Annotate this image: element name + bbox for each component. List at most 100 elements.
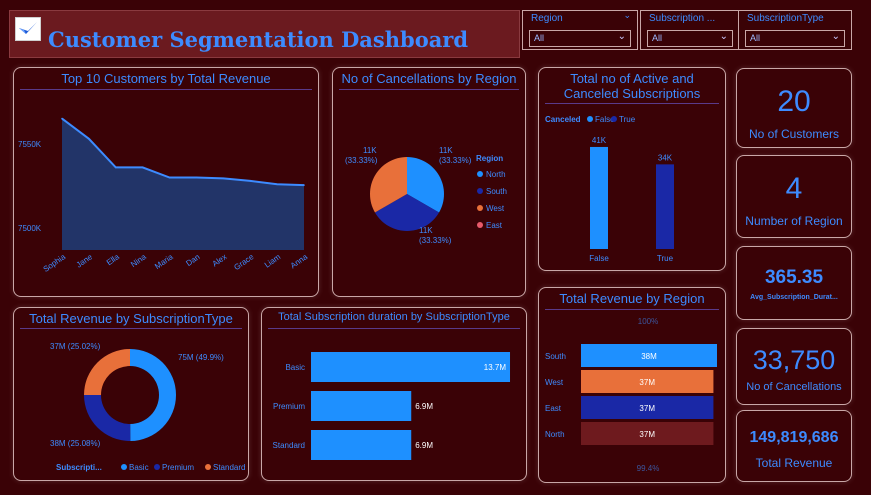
area-chart: 7550K 7500K Sophia Jane Ella Nina Maria Dan Alex…: [18, 117, 310, 274]
data-label: 75M (49.9%): [178, 353, 224, 362]
x-tick-label: Anna: [289, 252, 310, 270]
kpi-label: Total Revenue: [755, 456, 833, 470]
bar-chart: Canceled False True41KFalse34KTrue: [545, 115, 674, 263]
subscription-select[interactable]: All ⌄: [647, 30, 733, 47]
kpi-value: 4: [785, 172, 803, 205]
legend-marker: [611, 116, 617, 122]
y-tick-label: Premium: [273, 402, 305, 411]
legend-entry: East: [486, 221, 503, 230]
kpi-label: Number of Region: [745, 214, 843, 228]
x-tick-label: Ella: [105, 252, 122, 267]
pie-chart: 11K(33.33%)11K(33.33%)11K(33.33%)RegionN…: [345, 146, 507, 245]
data-point: [168, 176, 171, 179]
bar-chart: 100% 99.4% South 38M West 37M East 37M North 37M: [545, 317, 717, 473]
subscription-type-filter[interactable]: SubscriptionType All ⌄: [738, 10, 852, 50]
data-point: [141, 166, 144, 169]
x-tick-label: Grace: [232, 252, 255, 272]
chart-title: No of Cancellations by Region: [341, 71, 517, 86]
y-tick-label: Standard: [273, 441, 305, 450]
data-point: [303, 184, 305, 186]
legend-marker: [587, 116, 593, 122]
chevron-down-icon[interactable]: ⌄: [623, 11, 631, 21]
kpi-value: 365.35: [764, 267, 824, 288]
data-label: 38M: [641, 352, 657, 361]
data-label: 11K: [439, 146, 453, 155]
legend-entry: Standard: [213, 463, 245, 472]
data-label: 38M (25.08%): [50, 439, 101, 448]
bar: [656, 164, 674, 249]
y-tick-label: 7500K: [18, 224, 42, 233]
donut-slice: [84, 349, 130, 396]
donut-chart: 75M (49.9%) 38M (25.08%) 37M (25.02%) Subsc…: [50, 342, 245, 472]
data-label: 37M (25.02%): [50, 342, 101, 351]
chart-title: Top 10 Customers by Total Revenue: [61, 71, 271, 86]
legend-marker: [477, 205, 483, 211]
revenue-subscription-type-panel: Total Revenue by SubscriptionType 75M (4…: [13, 307, 249, 481]
y-tick-label: 7550K: [18, 140, 42, 149]
legend-entry: North: [486, 170, 506, 179]
bar: [311, 430, 412, 460]
bar: [311, 391, 412, 421]
chart-title: Total no of Active and Canceled Subscrip…: [563, 71, 701, 101]
data-point: [88, 137, 90, 140]
kpi-label: Avg_Subscription_Durat...: [750, 294, 838, 301]
kpi-customers: 20 No of Customers: [736, 68, 852, 148]
bottom-label: 99.4%: [637, 464, 660, 473]
legend-marker: [477, 171, 483, 177]
data-label: 6.9M: [415, 402, 433, 411]
kpi-avg-duration: 365.35 Avg_Subscription_Durat...: [736, 246, 852, 320]
legend-marker: [477, 222, 483, 228]
top-label: 100%: [638, 317, 658, 326]
x-tick-label: Alex: [211, 252, 229, 268]
legend-marker: [477, 188, 483, 194]
data-point: [222, 177, 225, 180]
legend-marker: [121, 464, 127, 470]
data-label: 37M: [639, 378, 655, 387]
legend-title: Canceled: [545, 115, 581, 124]
kpi-value: 20: [777, 85, 811, 118]
y-tick-label: North: [545, 430, 565, 439]
kpi-total-revenue: 149,819,686 Total Revenue: [736, 410, 852, 482]
legend-entry: Premium: [162, 463, 194, 472]
chart-title: Total Revenue by SubscriptionType: [29, 311, 233, 326]
kpi-label: No of Cancellations: [746, 381, 842, 393]
data-point: [249, 180, 252, 182]
data-label: 34K: [658, 153, 673, 162]
legend-marker: [205, 464, 211, 470]
x-tick-label: Sophia: [42, 252, 68, 274]
logo-icon: [15, 17, 41, 41]
data-label: 11K: [419, 226, 433, 235]
legend-title: Region: [476, 154, 503, 163]
legend-title: Subscripti...: [56, 463, 102, 472]
data-label: 13.7M: [484, 363, 507, 372]
bar-chart: Basic 13.7M Premium 6.9M Standard 6.9M: [273, 352, 511, 460]
region-filter[interactable]: Region ⌄ All ⌄: [522, 10, 638, 50]
page-title: Customer Segmentation Dashboard: [48, 27, 469, 52]
chevron-down-icon: ⌄: [617, 31, 626, 42]
region-select[interactable]: All ⌄: [529, 30, 631, 47]
filter-label: Region: [531, 13, 563, 24]
cancellations-region-panel: No of Cancellations by Region 11K (33.33%…: [332, 67, 526, 297]
donut-slice: [130, 349, 177, 441]
donut-slice: [84, 395, 131, 441]
data-label: (33.33%): [419, 236, 452, 245]
subscription-type-select[interactable]: All ⌄: [745, 30, 845, 47]
y-tick-label: Basic: [285, 363, 305, 372]
revenue-region-panel: Total Revenue by Region 100% 99.4% South 38…: [538, 287, 726, 483]
bar: [311, 352, 511, 382]
subscription-filter[interactable]: Subscription ... All ⌄: [640, 10, 740, 50]
data-label: (33.33%): [439, 156, 472, 165]
data-label: 11K: [363, 146, 377, 155]
legend-entry: Basic: [129, 463, 149, 472]
data-point: [195, 176, 198, 179]
x-tick-label: Jane: [75, 252, 95, 270]
legend-marker: [154, 464, 160, 470]
y-tick-label: East: [545, 404, 562, 413]
active-canceled-panel: Total no of Active and Canceled Subscrip…: [538, 67, 726, 271]
x-tick-label: Nina: [129, 252, 148, 269]
header-bar: Customer Segmentation Dashboard: [9, 10, 520, 58]
y-tick-label: South: [545, 352, 566, 361]
chart-title: Total Subscription duration by Subscript…: [278, 311, 510, 323]
kpi-value: 149,819,686: [749, 429, 839, 446]
x-tick-label: Maria: [153, 252, 175, 271]
